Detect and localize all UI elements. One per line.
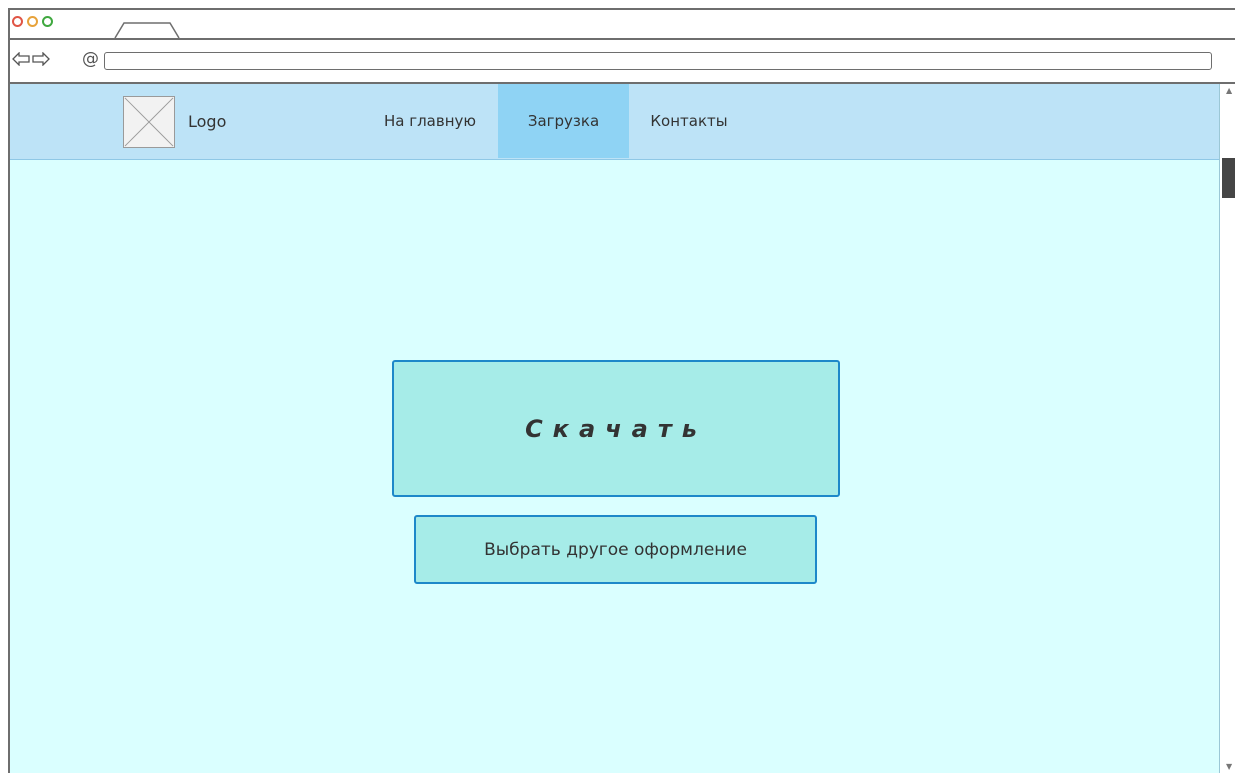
logo-image-placeholder[interactable] [123,96,175,148]
scroll-down-arrow-icon[interactable]: ▼ [1226,762,1232,771]
forward-arrow-icon[interactable] [32,52,50,66]
logo-label[interactable]: Logo [188,112,226,131]
download-button[interactable]: Скачать [392,360,840,497]
url-input[interactable] [104,52,1212,70]
nav-item-download[interactable]: Загрузка [498,84,629,158]
vertical-scrollbar[interactable]: ▲ ▼ [1220,84,1235,773]
browser-window: @ Logo На главную Загрузка Контакты Скач… [8,8,1235,773]
scroll-thumb[interactable] [1222,158,1235,198]
web-page: Logo На главную Загрузка Контакты Скачат… [10,84,1220,773]
nav-item-contacts[interactable]: Контакты [629,84,749,158]
choose-theme-button[interactable]: Выбрать другое оформление [414,515,817,584]
address-bar: @ [10,40,1235,84]
title-bar [10,10,1235,40]
back-arrow-icon[interactable] [12,52,30,66]
minimize-window-icon[interactable] [27,16,38,27]
image-placeholder-icon [124,97,174,147]
maximize-window-icon[interactable] [42,16,53,27]
site-navbar: Logo На главную Загрузка Контакты [10,84,1219,160]
scroll-up-arrow-icon[interactable]: ▲ [1226,86,1232,95]
at-icon: @ [82,49,99,69]
close-window-icon[interactable] [12,16,23,27]
nav-item-home[interactable]: На главную [362,84,498,158]
browser-tab[interactable] [114,22,180,39]
